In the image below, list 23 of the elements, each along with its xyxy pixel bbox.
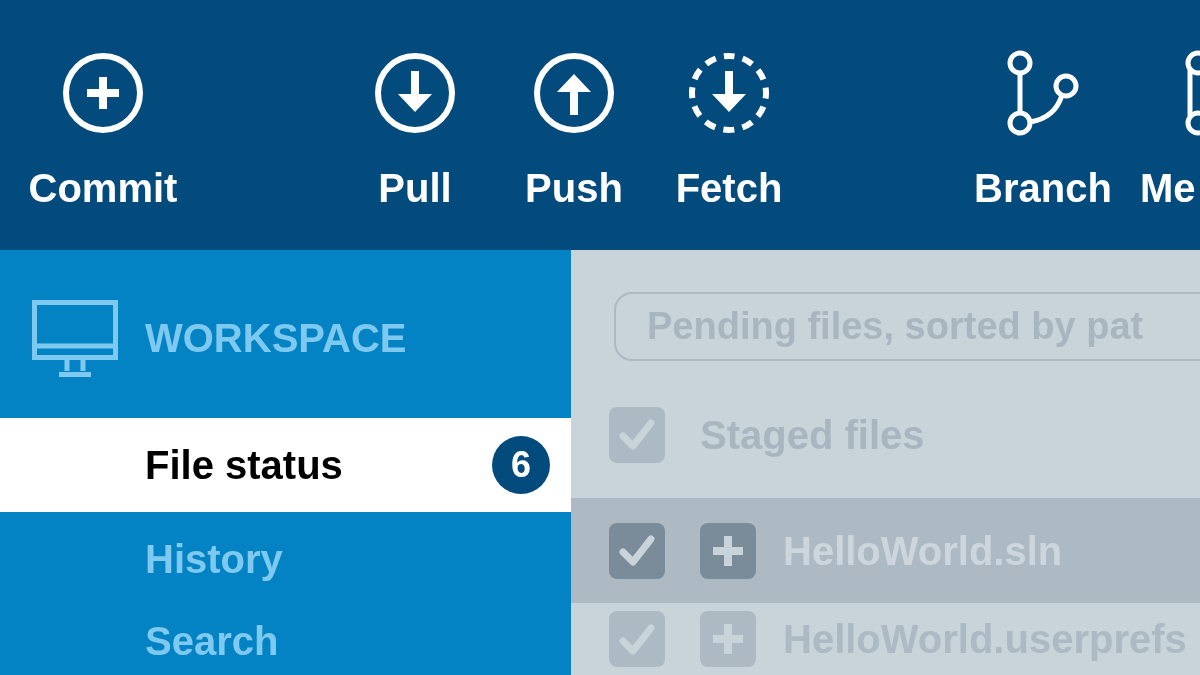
monitor-icon (32, 299, 118, 377)
toolbar-button[interactable]: Pull (355, 50, 475, 216)
toolbar-button[interactable]: Me (1140, 50, 1200, 216)
dashed-circle-arrow-down-icon (688, 52, 770, 134)
checkbox[interactable] (609, 522, 665, 579)
toolbar-button[interactable]: Push (514, 50, 634, 216)
check-icon (619, 535, 655, 566)
check-icon (619, 419, 655, 450)
sidebar-item[interactable]: File status 6 (0, 418, 571, 512)
arrow-up-circle-icon (533, 52, 615, 134)
plus-circle-icon (62, 52, 144, 134)
count-badge: 6 (492, 436, 550, 494)
arrow-down-circle-icon (374, 52, 456, 134)
toolbar-button[interactable]: Branch (963, 50, 1123, 216)
plus-icon (700, 522, 756, 579)
check-icon (619, 623, 655, 655)
plus-icon (700, 611, 756, 667)
checkbox[interactable] (609, 406, 665, 463)
section-title: WORKSPACE (145, 315, 407, 362)
toolbar-button[interactable]: Commit (13, 50, 193, 216)
branch-icon (1007, 50, 1079, 136)
toolbar-button[interactable]: Fetch (664, 50, 794, 216)
checkbox[interactable] (609, 611, 665, 667)
